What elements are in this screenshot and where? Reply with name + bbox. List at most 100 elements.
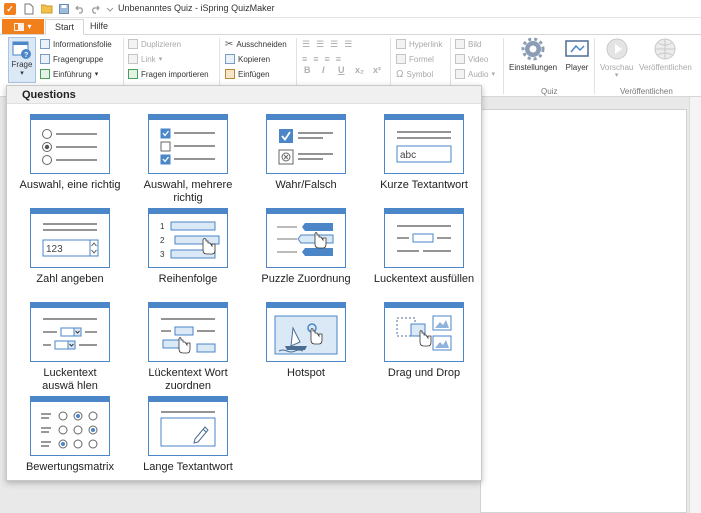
bild-button[interactable]: Bild [455,39,481,49]
vertical-scrollbar[interactable] [689,97,701,513]
question-type-label: Luckentext auswä hlen [42,367,98,392]
bold-button[interactable]: B [304,65,311,75]
import-icon [128,69,138,79]
question-type-label: Bewertungsmatrix [25,461,115,473]
svg-text:?: ? [24,52,28,59]
question-type-essay[interactable]: Lange Textantwort [129,396,247,490]
align-controls: ≡ ≡ ≡ ≡ [302,54,341,64]
einfuegen-button[interactable]: Einfügen [225,69,270,79]
question-type-matching[interactable]: Puzzle Zuordnung [247,208,365,302]
frage-button[interactable]: ? Frage ▾ [8,37,36,83]
superscript-button[interactable]: x² [373,65,381,75]
align-center-icon[interactable]: ≡ [313,54,318,64]
question-type-single-choice[interactable]: Auswahl, eine richtig [11,114,129,208]
question-type-label: Zahl angeben [36,273,104,285]
question-type-label: Lückentext Wort zuordnen [148,367,228,392]
file-menu-button[interactable]: ▾ [2,19,44,34]
question-type-numeric[interactable]: 123 Zahl angeben [11,208,129,302]
window-title: Unbenanntes Quiz - iSpring QuizMaker [118,3,275,13]
numbered-list-icon[interactable]: ☰ [316,39,324,50]
question-type-multiple-choice[interactable]: Auswahl, mehrere richtig [129,114,247,208]
bullet-list-icon[interactable]: ☰ [302,39,310,50]
publish-group-label: Veröffentlichen [620,87,673,96]
ribbon-separator [503,38,504,94]
indent-icon[interactable]: ☰ [330,39,338,50]
fragen-importieren-button[interactable]: Fragen importieren [128,69,209,79]
list-controls: ☰ ☰ ☰ ☰ [302,39,352,50]
copy-icon [225,54,235,64]
link-button[interactable]: Link ▾ [128,54,162,64]
question-type-label: Wahr/Falsch [275,179,337,191]
multiple-choice-icon [148,114,228,174]
align-justify-icon[interactable]: ≡ [336,54,341,64]
hyperlink-button[interactable]: Hyperlink [396,39,442,49]
slide-canvas[interactable] [480,109,687,513]
open-folder-icon[interactable] [40,2,54,16]
questions-dropdown: Questions Auswahl, eine richtig Auswahl,… [6,85,482,481]
drag-and-drop-icon [384,302,464,362]
image-icon [455,39,465,49]
einfuehrung-button[interactable]: Einführung ▾ [40,69,98,79]
file-menu-icon [14,22,25,31]
question-type-drag-and-drop[interactable]: Drag und Drop [365,302,483,396]
align-left-icon[interactable]: ≡ [302,54,307,64]
save-icon[interactable] [57,2,71,16]
redo-icon[interactable] [88,2,102,16]
align-right-icon[interactable]: ≡ [325,54,330,64]
italic-button[interactable]: I [322,65,325,75]
audio-button[interactable]: Audio ▾ [455,69,495,79]
drag-words-icon [148,302,228,362]
formel-button[interactable]: Formel [396,54,434,64]
numeric-icon: 123 [30,208,110,268]
fragengruppe-button[interactable]: Fragengruppe [40,54,103,64]
einstellungen-button[interactable]: Einstellungen [509,37,557,72]
player-button[interactable]: Player [565,37,589,72]
undo-icon[interactable] [73,2,87,16]
question-type-drag-words[interactable]: Lückentext Wort zuordnen [129,302,247,396]
audio-icon [455,69,465,79]
scissors-icon: ✂ [225,39,234,50]
hyperlink-icon [396,39,406,49]
outdent-icon[interactable]: ☰ [344,39,352,50]
symbol-button[interactable]: Ω Symbol [396,69,433,80]
duplizieren-button[interactable]: Duplizieren [128,39,181,49]
video-button[interactable]: Video [455,54,488,64]
question-type-select-from-lists[interactable]: Luckentext auswä hlen [11,302,129,396]
question-type-likert-scale[interactable]: Bewertungsmatrix [11,396,129,490]
tab-hilfe[interactable]: Hilfe [81,19,117,35]
ribbon-separator [594,38,595,94]
question-type-label: Hotspot [287,367,325,379]
kopieren-button[interactable]: Kopieren [225,54,270,64]
question-type-true-false[interactable]: Wahr/Falsch [247,114,365,208]
essay-icon [148,396,228,456]
new-file-icon[interactable] [22,2,36,16]
paste-icon [225,69,235,79]
svg-text:3: 3 [160,250,165,259]
ausschneiden-button[interactable]: ✂ Ausschneiden [225,39,287,50]
informationsfolie-button[interactable]: Informationsfolie [40,39,112,49]
sequence-icon: 1 2 3 [148,208,228,268]
tab-start[interactable]: Start [45,19,85,35]
title-bar: ✓ Unbenanntes Quiz - iSpring QuizMaker [0,0,701,18]
question-type-label: Kurze Textantwort [380,179,468,191]
question-type-sequence[interactable]: 1 2 3 Reihenfolge [129,208,247,302]
formula-icon [396,54,406,64]
questions-header: Questions [7,86,481,104]
likert-scale-icon [30,396,110,456]
veroeffentlichen-button[interactable]: Veröffentlichen [639,37,692,72]
question-type-fill-in-blanks[interactable]: Luckentext ausfüllen [365,208,483,302]
vorschau-button[interactable]: Vorschau ▾ [600,37,633,79]
quiz-group-label: Quiz [541,87,558,96]
question-group-icon [40,54,50,64]
question-type-hotspot[interactable]: Hotspot [247,302,365,396]
link-icon [128,54,138,64]
subscript-button[interactable]: x₂ [355,65,364,75]
video-icon [455,54,465,64]
quick-access-menu-icon[interactable] [103,2,117,16]
fill-in-blanks-icon [384,208,464,268]
question-type-label: Luckentext ausfüllen [373,273,475,285]
question-type-short-answer[interactable]: abc Kurze Textantwort [365,114,483,208]
underline-button[interactable]: U [338,65,345,75]
true-false-icon [266,114,346,174]
question-type-label: Lange Textantwort [143,461,233,473]
